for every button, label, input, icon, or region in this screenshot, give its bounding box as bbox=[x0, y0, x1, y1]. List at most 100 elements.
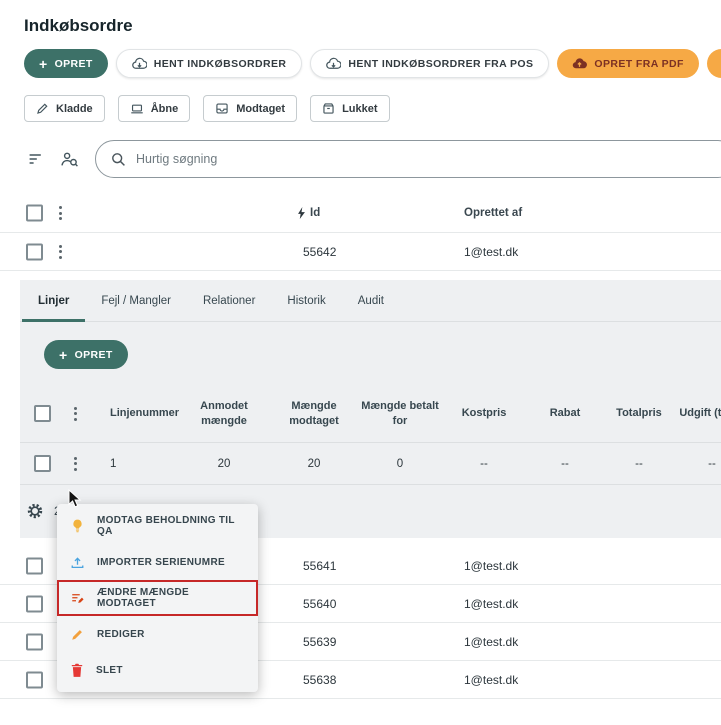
row-id: 55642 bbox=[303, 244, 337, 259]
chip-label: Modtaget bbox=[236, 102, 286, 115]
row-checkbox[interactable] bbox=[26, 243, 43, 260]
line-udgift: -- bbox=[708, 457, 716, 470]
row-created-by: 1@test.dk bbox=[464, 596, 519, 611]
plus-icon: + bbox=[39, 55, 48, 72]
line-kebab-icon[interactable] bbox=[68, 453, 83, 475]
tab-audit[interactable]: Audit bbox=[342, 280, 400, 321]
tab-historik[interactable]: Historik bbox=[271, 280, 341, 321]
menu-item-slet[interactable]: SLET bbox=[57, 652, 258, 688]
create-line-label: OPRET bbox=[74, 348, 113, 361]
filter-chip-aabne[interactable]: Åbne bbox=[117, 95, 191, 122]
menu-item-importer-serienumre[interactable]: IMPORTER SERIENUMRE bbox=[57, 544, 258, 580]
edit-note-icon bbox=[70, 591, 85, 606]
row-checkbox[interactable] bbox=[26, 671, 43, 688]
order-detail-panel: Linjer Fejl / Mangler Relationer Histori… bbox=[20, 280, 721, 538]
fetch-orders-button[interactable]: HENT INDKØBSORDRER bbox=[115, 49, 303, 78]
menu-item-label: ÆNDRE MÆNGDE MODTAGET bbox=[97, 587, 189, 609]
column-header-created-by[interactable]: Oprettet af bbox=[464, 207, 522, 219]
col-rabat: Rabat bbox=[549, 407, 581, 420]
fetch-orders-label: HENT INDKØBSORDRER bbox=[153, 57, 287, 70]
row-id: 55639 bbox=[303, 634, 337, 649]
lines-select-all-checkbox[interactable] bbox=[34, 405, 51, 422]
menu-item-rediger[interactable]: REDIGER bbox=[57, 616, 258, 652]
page-title: Indkøbsordre bbox=[24, 16, 133, 35]
inbox-icon bbox=[215, 102, 229, 115]
line-checkbox[interactable] bbox=[34, 455, 51, 472]
menu-item-label: MODTAG BEHOLDNING TIL QA bbox=[97, 515, 235, 537]
row-id: 55640 bbox=[303, 596, 337, 611]
fetch-orders-pos-button[interactable]: HENT INDKØBSORDRER FRA POS bbox=[310, 49, 550, 78]
line-row[interactable]: 1 20 20 0 -- -- -- -- bbox=[20, 443, 721, 485]
cloud-download-icon bbox=[326, 57, 342, 70]
search-icon bbox=[110, 151, 126, 167]
line-rabat: -- bbox=[561, 457, 569, 470]
chip-label: Lukket bbox=[342, 102, 378, 115]
filter-list-icon[interactable] bbox=[28, 152, 44, 166]
select-all-checkbox[interactable] bbox=[26, 204, 43, 222]
trash-icon bbox=[70, 663, 84, 678]
lines-header-kebab-icon[interactable] bbox=[68, 403, 83, 425]
gear-icon[interactable] bbox=[26, 502, 44, 520]
row-checkbox[interactable] bbox=[26, 595, 43, 612]
col-totalpris: Totalpris bbox=[616, 407, 662, 420]
filter-chip-lukket[interactable]: Lukket bbox=[310, 95, 390, 122]
tab-relationer[interactable]: Relationer bbox=[187, 280, 271, 321]
menu-item-modtag-qa[interactable]: MODTAG BEHOLDNING TIL QA bbox=[57, 508, 258, 544]
row-id: 55641 bbox=[303, 558, 337, 573]
create-line-button[interactable]: + OPRET bbox=[44, 340, 128, 369]
header-kebab-icon[interactable] bbox=[53, 202, 68, 224]
filter-chip-kladde[interactable]: Kladde bbox=[24, 95, 105, 122]
col-linjenummer: Linjenummer bbox=[110, 407, 180, 420]
menu-item-label: SLET bbox=[96, 664, 123, 676]
row-created-by: 1@test.dk bbox=[464, 672, 519, 687]
row-created-by: 1@test.dk bbox=[464, 558, 519, 573]
col-anmodet-maengde: Anmodet mængde bbox=[200, 399, 248, 427]
search-row bbox=[28, 140, 721, 178]
create-from-pdf-label: OPRET FRA PDF bbox=[594, 57, 684, 70]
quick-search-box bbox=[95, 140, 721, 178]
chip-label: Kladde bbox=[56, 102, 93, 115]
col-maengde-betalt: Mængde betalt for bbox=[361, 399, 439, 427]
tab-fejl-mangler[interactable]: Fejl / Mangler bbox=[85, 280, 187, 321]
row-kebab-icon[interactable] bbox=[53, 241, 68, 263]
row-created-by: 1@test.dk bbox=[464, 244, 519, 259]
col-udgift-total: Udgift (total) bbox=[679, 407, 721, 420]
row-id: 55638 bbox=[303, 672, 337, 687]
row-checkbox[interactable] bbox=[26, 557, 43, 574]
row-checkbox[interactable] bbox=[26, 633, 43, 650]
toolbar: + OPRET HENT INDKØBSORDRER HENT INDKØBSO… bbox=[24, 49, 721, 78]
bolt-icon bbox=[297, 207, 306, 219]
menu-item-aendre-maengde-modtaget[interactable]: ÆNDRE MÆNGDE MODTAGET bbox=[57, 580, 258, 616]
filter-chip-modtaget[interactable]: Modtaget bbox=[203, 95, 298, 122]
menu-item-label: IMPORTER SERIENUMRE bbox=[97, 556, 225, 568]
plus-icon: + bbox=[59, 346, 68, 363]
column-header-id-label: Id bbox=[310, 207, 321, 219]
row-created-by: 1@test.dk bbox=[464, 634, 519, 649]
line-linjenummer: 1 bbox=[110, 457, 117, 470]
upload-icon bbox=[70, 555, 85, 570]
search-input[interactable] bbox=[136, 152, 721, 166]
tab-linjer[interactable]: Linjer bbox=[22, 280, 86, 322]
laptop-icon bbox=[130, 103, 144, 115]
box-icon bbox=[322, 102, 335, 115]
detail-tabs: Linjer Fejl / Mangler Relationer Histori… bbox=[20, 280, 721, 322]
bulb-icon bbox=[70, 518, 85, 534]
line-totalpris: -- bbox=[635, 457, 643, 470]
column-header-id[interactable]: Id bbox=[297, 207, 320, 219]
line-context-menu: MODTAG BEHOLDNING TIL QA IMPORTER SERIEN… bbox=[57, 504, 258, 692]
cloud-upload-icon bbox=[572, 57, 588, 70]
create-button[interactable]: + OPRET bbox=[24, 49, 108, 78]
fetch-orders-pos-label: HENT INDKØBSORDRER FRA POS bbox=[348, 57, 534, 70]
menu-item-label: REDIGER bbox=[97, 628, 145, 640]
col-maengde-modtaget: Mængde modtaget bbox=[289, 399, 339, 427]
person-search-icon[interactable] bbox=[60, 151, 79, 167]
create-button-label: OPRET bbox=[54, 57, 93, 70]
line-modtaget: 20 bbox=[307, 457, 321, 470]
status-filter-row: Kladde Åbne Modtaget Lukket bbox=[24, 95, 721, 122]
basket-button[interactable]: INDK bbox=[706, 49, 721, 78]
pencil-icon bbox=[70, 627, 85, 642]
table-row[interactable]: 55642 1@test.dk bbox=[0, 233, 721, 271]
create-from-pdf-button[interactable]: OPRET FRA PDF bbox=[557, 49, 699, 78]
line-kostpris: -- bbox=[480, 457, 488, 470]
line-betalt: 0 bbox=[396, 457, 404, 470]
